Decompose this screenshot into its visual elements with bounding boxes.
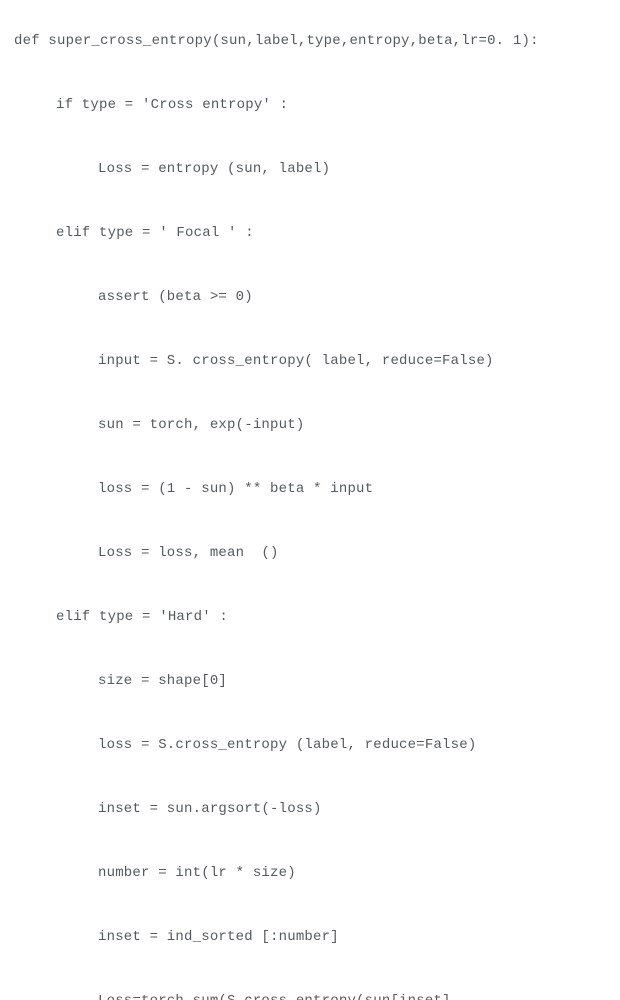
code-line: assert (beta >= 0) (14, 290, 606, 304)
code-line: def super_cross_entropy(sun,label,type,e… (14, 34, 606, 48)
blank-line (14, 382, 606, 404)
blank-line (14, 894, 606, 916)
blank-line (14, 62, 606, 84)
blank-line (14, 510, 606, 532)
blank-line (14, 190, 606, 212)
blank-line (14, 126, 606, 148)
blank-line (14, 574, 606, 596)
blank-line (14, 958, 606, 980)
code-line: elif type = ' Focal ' : (14, 226, 606, 240)
blank-line (14, 318, 606, 340)
code-line: loss = S.cross_entropy (label, reduce=Fa… (14, 738, 606, 752)
code-line: Loss=torch.sum(S.cross_entropy(sun[inset… (14, 994, 606, 1000)
code-line: inset = sun.argsort(-loss) (14, 802, 606, 816)
blank-line (14, 766, 606, 788)
code-line: Loss = entropy (sun, label) (14, 162, 606, 176)
code-line: number = int(lr * size) (14, 866, 606, 880)
code-line: size = shape[0] (14, 674, 606, 688)
blank-line (14, 702, 606, 724)
code-block: def super_cross_entropy(sun,label,type,e… (0, 0, 620, 1000)
code-line: loss = (1 - sun) ** beta * input (14, 482, 606, 496)
blank-line (14, 254, 606, 276)
code-line: elif type = 'Hard' : (14, 610, 606, 624)
code-line: if type = 'Cross entropy' : (14, 98, 606, 112)
code-line: input = S. cross_entropy( label, reduce=… (14, 354, 606, 368)
code-line: inset = ind_sorted [:number] (14, 930, 606, 944)
code-line: Loss = loss, mean () (14, 546, 606, 560)
blank-line (14, 638, 606, 660)
blank-line (14, 446, 606, 468)
code-line: sun = torch, exp(-input) (14, 418, 606, 432)
blank-line (14, 830, 606, 852)
